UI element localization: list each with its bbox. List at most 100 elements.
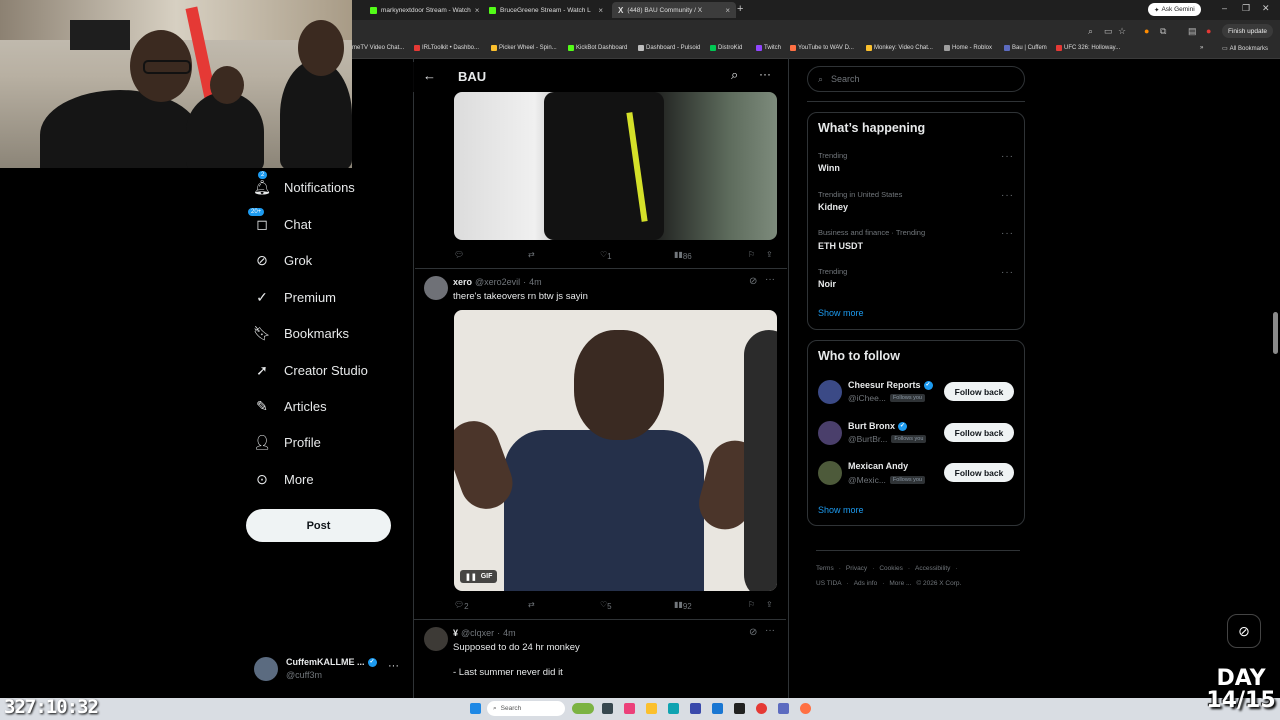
bookmark-item[interactable]: Twitch xyxy=(756,45,781,51)
follow-back-button[interactable]: Follow back xyxy=(944,382,1014,401)
bookmark-item[interactable]: Dashboard - Pulsoid xyxy=(638,45,700,51)
tweet-media-video[interactable] xyxy=(454,92,777,240)
all-bookmarks-item[interactable]: ▭ All Bookmarks xyxy=(1222,45,1268,53)
tweet-avatar[interactable] xyxy=(424,627,448,651)
footer-link[interactable]: Cookies xyxy=(879,565,902,572)
footer-link[interactable]: Ads info xyxy=(854,580,878,587)
tweet-time[interactable]: 4m xyxy=(529,277,542,287)
suggestion-name-row[interactable]: Mexican Andy xyxy=(848,461,908,471)
tweet-author-handle[interactable]: @clqxer xyxy=(461,628,494,638)
bookmark-tweet-icon[interactable]: ⚐ xyxy=(748,250,755,259)
bookmark-item[interactable]: IRLToolkit • Dashbo... xyxy=(414,45,479,51)
bookmark-item[interactable]: Home - Roblox xyxy=(944,45,992,51)
task-view-icon[interactable] xyxy=(602,703,613,714)
nav-chat[interactable]: ◻ 20+ Chat xyxy=(248,207,311,239)
tweet-more-icon[interactable]: ··· xyxy=(765,625,775,636)
app-icon[interactable] xyxy=(800,703,811,714)
profile-icon[interactable]: ● xyxy=(1206,26,1211,36)
bookmark-item[interactable]: YouTube to WAV D... xyxy=(790,45,854,51)
nav-bookmarks[interactable]: 🔖︎ Bookmarks xyxy=(252,318,349,348)
trend-name[interactable]: Winn xyxy=(818,163,840,173)
suggestion-name-row[interactable]: Cheesur Reports ✓ xyxy=(848,380,933,390)
scrollbar-thumb[interactable] xyxy=(1273,312,1278,354)
widgets-icon[interactable] xyxy=(572,703,594,714)
obs-icon[interactable] xyxy=(734,703,745,714)
like-button[interactable]: ♡ 5 xyxy=(600,600,612,611)
store-icon[interactable] xyxy=(690,703,701,714)
tweet-more-icon[interactable]: ··· xyxy=(765,274,775,285)
tab-search-icon[interactable]: ▤ xyxy=(1188,26,1197,37)
bookmark-item[interactable]: KickBot Dashboard xyxy=(568,45,627,51)
bookmark-tweet-icon[interactable]: ⚐ xyxy=(748,600,755,609)
trend-more-icon[interactable]: ··· xyxy=(1001,228,1014,239)
close-tab-icon[interactable]: × xyxy=(725,6,730,15)
tweet-author-name[interactable]: xero xyxy=(453,277,472,287)
bookmarks-overflow-icon[interactable]: » xyxy=(1200,45,1203,51)
grok-explain-icon[interactable]: ⊘ xyxy=(749,627,757,638)
account-more-icon[interactable]: ··· xyxy=(388,660,399,672)
repost-icon[interactable]: ⇄ xyxy=(528,250,535,259)
views-button[interactable]: ▮▮ 86 xyxy=(674,250,692,261)
show-more-trends-link[interactable]: Show more xyxy=(818,308,864,318)
footer-link[interactable]: Privacy xyxy=(846,565,867,572)
tweet-author-handle[interactable]: @xero2evil xyxy=(475,277,520,287)
close-tab-icon[interactable]: × xyxy=(475,6,480,15)
mail-icon[interactable] xyxy=(712,703,723,714)
bookmark-item[interactable]: Picker Wheel - Spin... xyxy=(491,45,557,51)
edge-icon[interactable] xyxy=(668,703,679,714)
trend-more-icon[interactable]: ··· xyxy=(1001,267,1014,278)
grok-float-button[interactable]: ⊘ xyxy=(1227,614,1261,648)
footer-link[interactable]: US TIDA xyxy=(816,580,842,587)
zoom-icon[interactable]: ⌕ xyxy=(1088,26,1093,37)
follow-back-button[interactable]: Follow back xyxy=(944,463,1014,482)
bookmark-item[interactable]: meTV Video Chat... xyxy=(352,45,404,51)
suggestion-name-row[interactable]: Burt Bronx ✓ xyxy=(848,421,907,431)
trend-more-icon[interactable]: ··· xyxy=(1001,151,1014,162)
bookmark-item[interactable]: DistroKid xyxy=(710,45,742,51)
nav-notifications[interactable]: 🔔︎ 2 Notifications xyxy=(252,170,355,202)
discord-icon[interactable] xyxy=(778,703,789,714)
like-button[interactable]: ♡ 1 xyxy=(600,250,612,261)
tweet-avatar[interactable] xyxy=(424,276,448,300)
suggestion-avatar[interactable] xyxy=(818,421,842,445)
follow-back-button[interactable]: Follow back xyxy=(944,423,1014,442)
close-tab-icon[interactable]: × xyxy=(598,6,603,15)
minimize-icon[interactable]: – xyxy=(1222,3,1227,13)
nav-creator-studio[interactable]: ➚ Creator Studio xyxy=(252,355,368,385)
trend-name[interactable]: Noir xyxy=(818,279,836,289)
ask-gemini-button[interactable]: ✦ Ask Gemini xyxy=(1148,3,1201,16)
new-tab-button[interactable]: + xyxy=(737,3,743,15)
close-window-icon[interactable]: ✕ xyxy=(1262,3,1270,14)
browser-tab-brucegreene[interactable]: BruceGreene Stream - Watch L × xyxy=(483,2,609,18)
taskbar-search[interactable]: ⌕ Search xyxy=(487,701,565,716)
cast-icon[interactable]: ▭ xyxy=(1104,26,1113,37)
share-icon[interactable]: ⇪ xyxy=(766,250,773,259)
finish-update-button[interactable]: Finish update xyxy=(1222,24,1274,38)
browser-tab-markynextdoor[interactable]: markynextdoor Stream - Watch × xyxy=(364,2,480,18)
trend-name[interactable]: Kidney xyxy=(818,202,848,212)
gif-badge[interactable]: ❚❚ GIF xyxy=(460,570,498,583)
bookmark-item[interactable]: UFC 326: Holloway... xyxy=(1056,45,1120,51)
grok-explain-icon[interactable]: ⊘ xyxy=(749,276,757,287)
nav-more[interactable]: ⊙ More xyxy=(252,464,314,494)
star-icon[interactable]: ☆ xyxy=(1118,26,1126,37)
header-more-icon[interactable]: ··· xyxy=(759,67,771,81)
search-input[interactable]: ⌕ Search xyxy=(807,66,1025,92)
maximize-icon[interactable]: ❐ xyxy=(1242,3,1250,14)
show-more-suggestions-link[interactable]: Show more xyxy=(818,505,864,515)
suggestion-avatar[interactable] xyxy=(818,461,842,485)
bookmark-item[interactable]: Monkey: Video Chat... xyxy=(866,45,933,51)
bookmark-item[interactable]: Bau | Cuffem xyxy=(1004,45,1047,51)
tweet-time[interactable]: 4m xyxy=(503,628,516,638)
search-icon[interactable]: ⌕ xyxy=(731,67,738,83)
suggestion-avatar[interactable] xyxy=(818,380,842,404)
extensions-icon[interactable]: ⧉ xyxy=(1160,26,1166,37)
page-scrollbar[interactable] xyxy=(1273,62,1278,698)
footer-link[interactable]: Terms xyxy=(816,565,834,572)
tweet-gif[interactable]: ❚❚ GIF xyxy=(454,310,777,591)
file-explorer-icon[interactable] xyxy=(646,703,657,714)
footer-link[interactable]: Accessibility xyxy=(915,565,950,572)
back-arrow-icon[interactable]: ← xyxy=(423,68,436,83)
extension-metamask-icon[interactable]: ● xyxy=(1144,26,1149,36)
browser-tab-bau-community[interactable]: X (448) BAU Community / X × xyxy=(612,2,736,18)
